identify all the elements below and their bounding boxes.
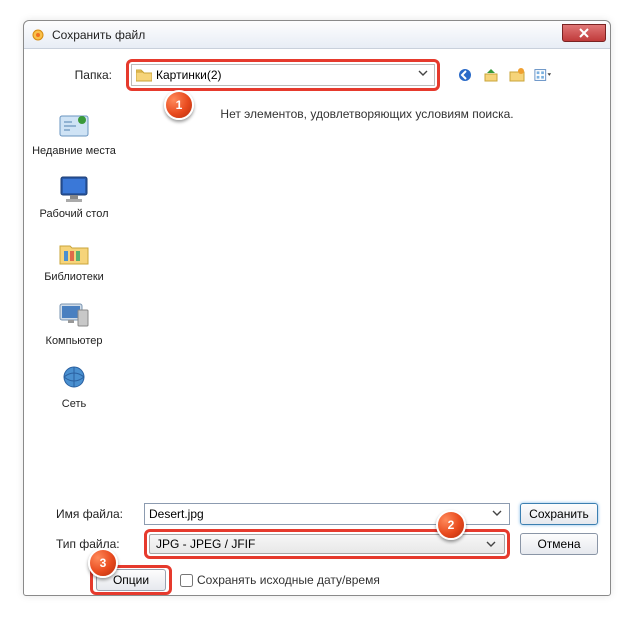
filename-value: Desert.jpg — [149, 507, 204, 521]
folder-highlight: Картинки(2) — [126, 59, 440, 91]
place-label: Компьютер — [46, 335, 103, 348]
place-label: Рабочий стол — [39, 208, 108, 221]
empty-message: Нет элементов, удовлетворяющих условиям … — [136, 107, 598, 121]
place-desktop[interactable]: Рабочий стол — [26, 172, 122, 221]
close-button[interactable] — [562, 24, 606, 42]
save-button[interactable]: Сохранить — [520, 503, 598, 525]
save-dialog: Сохранить файл Папка: Картинки(2) — [23, 20, 611, 596]
place-label: Недавние места — [32, 145, 116, 158]
filetype-value: JPG - JPEG / JFIF — [156, 537, 255, 551]
preserve-date-input[interactable] — [180, 574, 193, 587]
chevron-down-icon — [418, 68, 430, 80]
filetype-label: Тип файла: — [36, 537, 144, 551]
view-menu-icon[interactable] — [534, 66, 552, 84]
recent-places-icon — [55, 109, 93, 143]
libraries-icon — [55, 235, 93, 269]
network-icon — [55, 362, 93, 396]
app-icon — [30, 27, 46, 43]
place-label: Библиотеки — [44, 271, 104, 284]
back-icon[interactable] — [456, 66, 474, 84]
titlebar[interactable]: Сохранить файл — [24, 21, 610, 49]
preserve-date-checkbox[interactable]: Сохранять исходные дату/время — [180, 573, 380, 587]
place-computer[interactable]: Компьютер — [26, 299, 122, 348]
computer-icon — [55, 299, 93, 333]
chevron-down-icon[interactable] — [492, 508, 504, 520]
places-sidebar: Недавние места Рабочий стол Библиотеки К… — [24, 99, 124, 495]
chevron-down-icon — [486, 539, 498, 551]
file-list-area[interactable]: Нет элементов, удовлетворяющих условиям … — [124, 99, 610, 495]
desktop-icon — [55, 172, 93, 206]
checkbox-label: Сохранять исходные дату/время — [197, 573, 380, 587]
place-network[interactable]: Сеть — [26, 362, 122, 411]
folder-combobox[interactable]: Картинки(2) — [131, 64, 435, 86]
place-libraries[interactable]: Библиотеки — [26, 235, 122, 284]
folder-bar: Папка: Картинки(2) — [24, 49, 610, 99]
cancel-button[interactable]: Отмена — [520, 533, 598, 555]
annotation-marker-3: 3 — [88, 548, 118, 578]
folder-value: Картинки(2) — [156, 68, 222, 82]
annotation-marker-1: 1 — [164, 90, 194, 120]
filename-label: Имя файла: — [36, 507, 144, 521]
folder-icon — [136, 68, 152, 82]
place-label: Сеть — [62, 398, 86, 411]
new-folder-icon[interactable] — [508, 66, 526, 84]
annotation-marker-2: 2 — [436, 510, 466, 540]
window-title: Сохранить файл — [52, 28, 562, 42]
up-icon[interactable] — [482, 66, 500, 84]
folder-label: Папка: — [38, 68, 120, 82]
place-recent[interactable]: Недавние места — [26, 109, 122, 158]
